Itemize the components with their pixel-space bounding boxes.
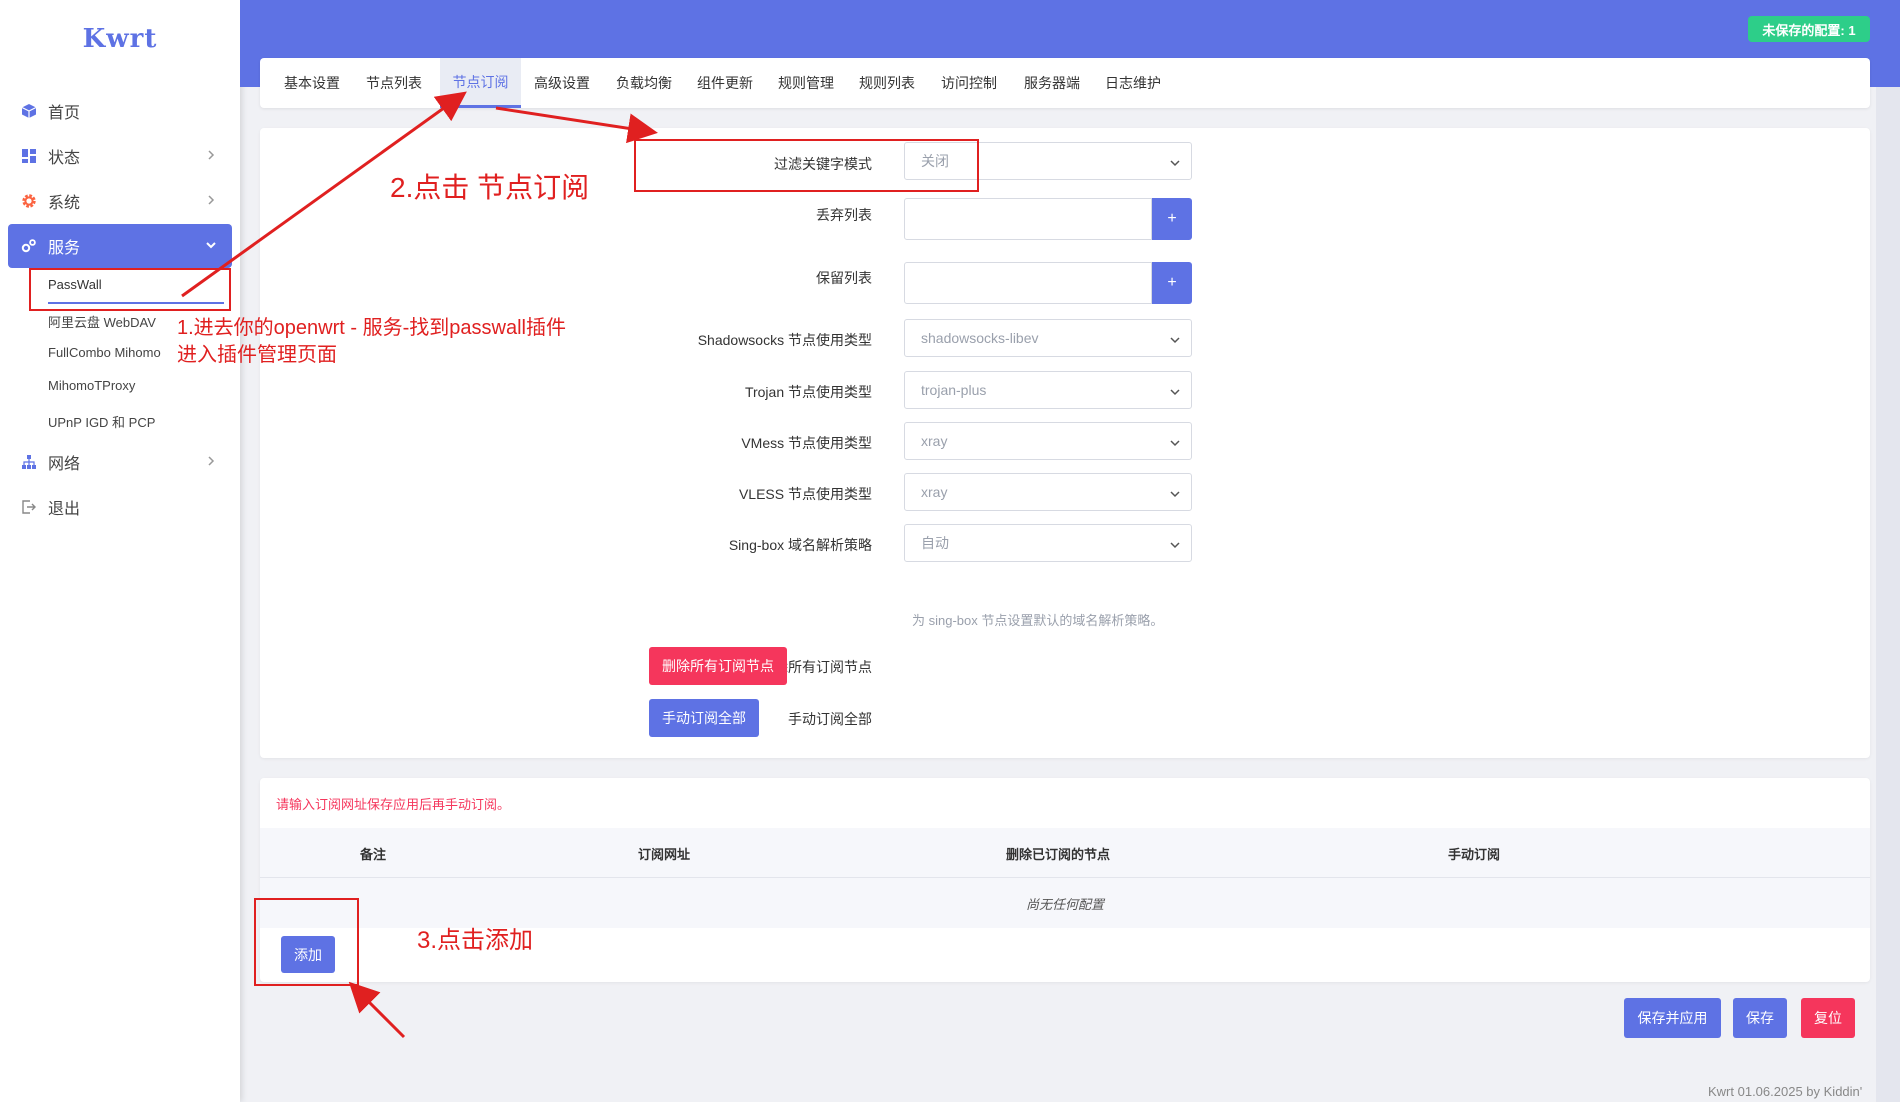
keep-list-add-button[interactable]: + [1152, 262, 1192, 304]
discard-list-label: 丢弃列表 [816, 207, 872, 223]
vmess-type-label: VMess 节点使用类型 [741, 435, 872, 451]
annotation-box-filter-mode [634, 139, 979, 192]
sidebar-item-network[interactable]: 网络 [8, 440, 232, 484]
tab-node-subscribe[interactable]: 节点订阅 [440, 58, 521, 108]
subscribe-warning: 请输入订阅网址保存应用后再手动订阅。 [276, 797, 511, 812]
chevron-down-icon [1169, 385, 1181, 397]
chevron-right-icon [202, 146, 220, 164]
sidebar-subitem-mihomotproxy[interactable]: MihomoTProxy [48, 378, 135, 393]
sidebar-item-services[interactable]: 服务 [8, 224, 232, 268]
vless-type-select[interactable]: xray [904, 473, 1192, 511]
sidebar-item-label: 服务 [48, 240, 81, 257]
annotation-step3: 3.点击添加 [417, 927, 534, 954]
keep-list-label: 保留列表 [816, 270, 872, 286]
discard-list-add-button[interactable]: + [1152, 198, 1192, 240]
chevron-right-icon [202, 191, 220, 209]
sidebar-subitem-upnp[interactable]: UPnP IGD 和 PCP [48, 412, 155, 431]
column-subscribe-url: 订阅网址 [637, 846, 690, 862]
sidebar-item-logout[interactable]: 退出 [8, 485, 232, 529]
annotation-box-add [254, 898, 359, 986]
tab-rule-list[interactable]: 规则列表 [847, 58, 927, 108]
unsaved-changes-badge[interactable]: 未保存的配置: 1 [1748, 16, 1870, 42]
shadowsocks-type-select[interactable]: shadowsocks-libev [904, 319, 1192, 357]
scroll-track [1876, 87, 1900, 1102]
logo: Kwrt [82, 24, 158, 54]
footer-version: Kwrt 01.06.2025 by Kiddin' [1708, 1084, 1863, 1099]
arrow-to-add-button [348, 981, 406, 1039]
vless-type-value: xray [921, 484, 948, 500]
gears-icon [20, 237, 38, 255]
cube-icon [20, 102, 38, 120]
tab-log-maintenance[interactable]: 日志维护 [1093, 58, 1173, 108]
reset-button[interactable]: 复位 [1801, 998, 1855, 1038]
chevron-down-icon [1169, 487, 1181, 499]
annotation-step1-line1: 1.进去你的openwrt - 服务-找到passwall插件 [177, 317, 566, 339]
subscribe-settings-panel: 过滤关键字模式 关闭 丢弃列表 + 保留列表 + Shadowsocks 节点使… [260, 128, 1870, 758]
chevron-down-icon [1169, 333, 1181, 345]
tab-basic-settings[interactable]: 基本设置 [270, 58, 354, 108]
column-remark: 备注 [359, 846, 386, 862]
vmess-type-select[interactable]: xray [904, 422, 1192, 460]
tab-rule-management[interactable]: 规则管理 [765, 58, 847, 108]
tab-load-balance[interactable]: 负载均衡 [603, 58, 685, 108]
sidebar-item-label: 网络 [48, 456, 81, 473]
sidebar-item-label: 首页 [48, 105, 81, 122]
tab-server[interactable]: 服务器端 [1011, 58, 1093, 108]
sidebar-item-label: 退出 [48, 501, 81, 518]
sidebar-item-label: 状态 [48, 150, 81, 167]
chevron-down-icon [1169, 436, 1181, 448]
tab-access-control[interactable]: 访问控制 [927, 58, 1011, 108]
gear-icon [20, 192, 38, 210]
chevron-down-icon [1169, 538, 1181, 550]
delete-all-subscribed-button[interactable]: 删除所有订阅节点 [649, 647, 787, 685]
column-manual-subscribe: 手动订阅 [1447, 846, 1500, 862]
vmess-type-value: xray [921, 433, 948, 449]
chevron-down-icon [1169, 156, 1181, 168]
save-and-apply-button[interactable]: 保存并应用 [1624, 998, 1721, 1038]
save-button[interactable]: 保存 [1733, 998, 1787, 1038]
singbox-hint: 为 sing-box 节点设置默认的域名解析策略。 [912, 613, 1164, 628]
column-delete-nodes: 删除已订阅的节点 [1005, 846, 1110, 862]
singbox-dns-strategy-select[interactable]: 自动 [904, 524, 1192, 562]
annotation-box-passwall [29, 268, 231, 311]
annotation-step1-line2: 进入插件管理页面 [177, 344, 337, 366]
trojan-type-value: trojan-plus [921, 382, 987, 398]
table-header: 备注 订阅网址 删除已订阅的节点 手动订阅 [260, 828, 1870, 878]
sidebar-item-status[interactable]: 状态 [8, 134, 232, 178]
sidebar-subitem-aliyun-webdav[interactable]: 阿里云盘 WebDAV [48, 312, 156, 331]
trojan-type-select[interactable]: trojan-plus [904, 371, 1192, 409]
tab-advanced-settings[interactable]: 高级设置 [521, 58, 603, 108]
manual-subscribe-all-button[interactable]: 手动订阅全部 [649, 699, 759, 737]
sidebar-item-label: 系统 [48, 195, 81, 212]
tab-bar: 基本设置 节点列表 节点订阅 高级设置 负载均衡 组件更新 规则管理 规则列表 … [260, 58, 1870, 108]
tab-component-update[interactable]: 组件更新 [685, 58, 765, 108]
chevron-down-icon [202, 236, 220, 254]
annotation-step2: 2.点击 节点订阅 [390, 172, 590, 203]
tab-node-list[interactable]: 节点列表 [354, 58, 434, 108]
logout-icon [20, 498, 38, 516]
keep-list-input[interactable] [904, 262, 1152, 304]
trojan-type-label: Trojan 节点使用类型 [744, 384, 872, 400]
network-icon [20, 453, 38, 471]
chevron-right-icon [202, 452, 220, 470]
sidebar-subitem-fullcombo-mihomo[interactable]: FullCombo Mihomo [48, 345, 161, 360]
sidebar-item-home[interactable]: 首页 [8, 89, 232, 133]
singbox-dns-strategy-label: Sing-box 域名解析策略 [728, 537, 872, 553]
sidebar: Kwrt 首页 状态 系统 服务 PassWall 阿里云盘 WebDAV Fu… [0, 0, 240, 1102]
vless-type-label: VLESS 节点使用类型 [738, 486, 872, 502]
singbox-dns-strategy-value: 自动 [921, 535, 949, 551]
sidebar-item-system[interactable]: 系统 [8, 179, 232, 223]
discard-list-input[interactable] [904, 198, 1152, 240]
dashboard-icon [20, 147, 38, 165]
shadowsocks-type-value: shadowsocks-libev [921, 330, 1039, 346]
